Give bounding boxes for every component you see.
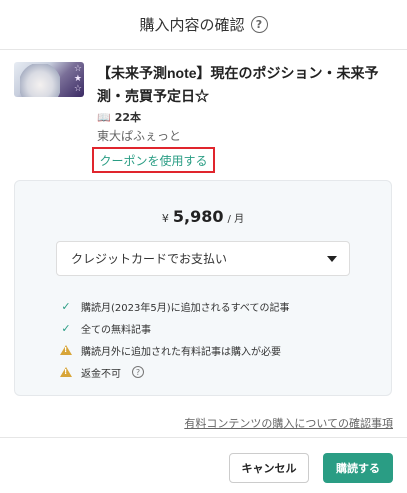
thumbnail-illustration (20, 64, 60, 97)
feature-text: 全ての無料記事 (81, 324, 151, 336)
coupon-highlight: クーポンを使用する (92, 147, 215, 173)
feature-item: ✓ 全ての無料記事 (59, 318, 290, 338)
check-icon: ✓ (61, 321, 71, 335)
payment-method-select[interactable]: クレジットカードでお支払い (56, 241, 350, 276)
product-thumbnail: ☆ ★ ☆ (14, 62, 84, 97)
price: ¥ 5,980 / 月 (15, 207, 391, 226)
feature-item: ✓ 購読月(2023年5月)に追加されるすべての記事 (59, 296, 290, 316)
feature-item: 返金不可 ? (59, 362, 290, 382)
purchase-confirm-modal: 購入内容の確認 ? ☆ ★ ☆ 【未来予測note】現在のポジション・未来予測・売買… (0, 0, 407, 493)
warning-icon (60, 345, 72, 355)
caret-down-icon (327, 255, 337, 262)
product-title: 【未来予測note】現在のポジション・未来予測・売買予定日☆ (97, 65, 379, 104)
product-info: ☆ ★ ☆ 【未来予測note】現在のポジション・未来予測・売買予定日☆ 📖 22本… (14, 62, 393, 173)
modal-header: 購入内容の確認 ? (0, 0, 407, 50)
coupon-link[interactable]: クーポンを使用する (99, 152, 207, 169)
modal-title: 購入内容の確認 (139, 16, 245, 34)
payment-method-value: クレジットカードでお支払い (71, 252, 228, 266)
book-icon: 📖 (97, 110, 111, 124)
feature-list: ✓ 購読月(2023年5月)に追加されるすべての記事 ✓ 全ての無料記事 購読月… (59, 296, 290, 382)
price-amount: 5,980 (172, 207, 224, 226)
help-icon[interactable]: ? (250, 16, 268, 33)
article-count: 📖 22本 (97, 109, 141, 125)
cancel-button[interactable]: キャンセル (229, 453, 309, 483)
warning-icon (60, 367, 72, 377)
price-unit: / 月 (227, 214, 245, 225)
modal-footer: キャンセル 購読する (0, 437, 407, 493)
purchase-notice-link[interactable]: 有料コンテンツの購入についての確認事項 (184, 415, 393, 431)
feature-text: 返金不可 (81, 368, 121, 380)
check-icon: ✓ (61, 299, 71, 313)
plan-panel: ¥ 5,980 / 月 クレジットカードでお支払い ✓ 購読月(2023年5月)… (14, 180, 392, 396)
feature-item: 購読月外に追加された有料記事は購入が必要 (59, 340, 290, 360)
subscribe-button[interactable]: 購読する (323, 453, 393, 483)
thumbnail-stars: ☆ ★ ☆ (73, 64, 82, 94)
currency-symbol: ¥ (161, 212, 169, 225)
feature-text: 購読月外に追加された有料記事は購入が必要 (81, 346, 281, 358)
help-icon[interactable]: ? (132, 366, 144, 378)
author-name[interactable]: 東大ぱふぇっと (97, 127, 181, 144)
feature-text: 購読月(2023年5月)に追加されるすべての記事 (81, 302, 290, 314)
article-count-value: 22本 (114, 111, 142, 124)
